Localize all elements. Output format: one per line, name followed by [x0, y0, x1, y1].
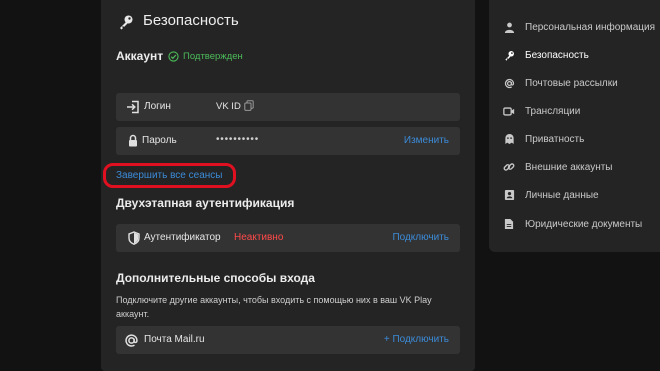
key-icon [503, 49, 515, 61]
verified-badge: Подтвержден [168, 51, 243, 62]
copy-icon[interactable] [244, 100, 254, 111]
extra-login-description: Подключите другие аккаунты, чтобы входит… [116, 295, 432, 319]
sidebar-item-streams[interactable]: Трансляции [503, 103, 580, 119]
sidebar-item-label: Безопасность [525, 49, 589, 61]
connect-authenticator-button[interactable]: Подключить [392, 232, 449, 243]
check-circle-icon [168, 51, 179, 62]
sidebar-item-external-accounts[interactable]: Внешние аккаунты [503, 159, 613, 175]
sidebar-item-label: Юридические документы [525, 218, 643, 230]
at-icon [503, 77, 515, 89]
extra-login-title: Дополнительные способы входа [116, 271, 315, 285]
sidebar-item-legal-documents[interactable]: Юридические документы [503, 216, 642, 232]
password-label: Пароль [142, 135, 177, 146]
authenticator-row: Аутентификатор Неактивно Подключить [116, 224, 460, 252]
two-factor-title: Двухэтапная аутентификация [116, 196, 295, 210]
page-title: Безопасность [143, 12, 239, 29]
sidebar-item-mailings[interactable]: Почтовые рассылки [503, 75, 618, 91]
sidebar-item-personal-info[interactable]: Персональная информация [503, 19, 655, 35]
settings-sidebar [489, 0, 660, 252]
login-value: VK ID [216, 101, 241, 112]
login-icon [127, 100, 139, 114]
sidebar-item-label: Персональная информация [525, 21, 656, 33]
sidebar-item-label: Личные данные [525, 189, 599, 201]
change-password-button[interactable]: Изменить [404, 135, 449, 146]
sidebar-item-personal-data[interactable]: Личные данные [503, 187, 599, 203]
key-icon [120, 15, 133, 30]
end-all-sessions-link[interactable]: Завершить все сеансы [116, 170, 222, 181]
lock-icon [129, 134, 137, 147]
video-icon [503, 105, 515, 117]
sidebar-item-security[interactable]: Безопасность [503, 47, 589, 63]
account-label: Аккаунт [116, 49, 164, 63]
authenticator-status: Неактивно [234, 232, 284, 243]
person-icon [503, 21, 515, 33]
login-label: Логин [144, 101, 171, 112]
password-row: Пароль •••••••••• Изменить [116, 127, 460, 155]
mail-at-icon [125, 334, 138, 347]
sidebar-item-label: Приватность [525, 133, 585, 145]
mail-label: Почта Mail.ru [144, 334, 205, 345]
shield-icon [128, 231, 140, 245]
login-row: Логин VK ID [116, 93, 460, 121]
verified-text: Подтвержден [183, 51, 243, 62]
mail-row: Почта Mail.ru + Подключить [116, 326, 460, 354]
sidebar-item-label: Внешние аккаунты [525, 161, 613, 173]
sidebar-item-label: Почтовые рассылки [525, 77, 618, 89]
sidebar-item-label: Трансляции [525, 105, 581, 117]
sidebar-item-privacy[interactable]: Приватность [503, 131, 584, 147]
link-icon [503, 161, 515, 173]
ghost-icon [503, 133, 515, 145]
password-value: •••••••••• [216, 134, 260, 145]
connect-mail-button[interactable]: + Подключить [384, 334, 449, 345]
authenticator-label: Аутентификатор [144, 232, 221, 243]
id-card-icon [503, 189, 515, 201]
document-icon [503, 218, 515, 230]
